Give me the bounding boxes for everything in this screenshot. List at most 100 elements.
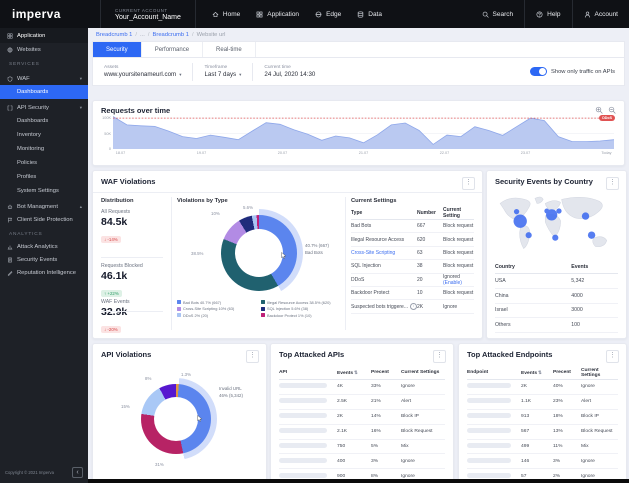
sidebar-item-label: Application [17, 33, 45, 39]
setting-text: Block request [443, 237, 473, 243]
breadcrumb-item[interactable]: Breadcrumb 1 [96, 32, 132, 38]
nav-account-button[interactable]: Account [572, 0, 629, 28]
requests-over-time-panel: Requests over time 100K50K0 18.0719.0720… [92, 100, 625, 166]
nav-item-home[interactable]: Home [212, 11, 240, 18]
sidebar-collapse-button[interactable]: ‹ [72, 467, 83, 478]
enable-link[interactable]: (Enable) [443, 280, 462, 286]
tab-performance[interactable]: Performance [142, 42, 203, 57]
sidebar-item-bot-managment[interactable]: Bot Managment▴ [0, 200, 88, 213]
cell-name-placeholder [279, 398, 337, 405]
api-violations-donut[interactable]: 1.3% 8% 15% 31% Invalid URL 46% (5,342) [107, 370, 257, 474]
nav-item-application[interactable]: Application [256, 11, 299, 18]
cell-events: 1.1K [521, 399, 553, 404]
cell-percent: 13% [553, 429, 581, 434]
sidebar-item-profiles[interactable]: Profiles [0, 170, 88, 184]
name-placeholder-bar [279, 398, 327, 403]
cell-name-placeholder [279, 428, 337, 435]
type-text: Backdoor Protect [351, 290, 389, 296]
nav-item-edge[interactable]: Edge [315, 11, 341, 18]
kebab-menu-icon[interactable]: ⋮ [606, 350, 619, 363]
table-row: 4003%Ignore [279, 454, 445, 469]
nav-help-button[interactable]: Help [524, 0, 571, 28]
assets-label: Assets [104, 65, 181, 70]
violations-by-type-donut[interactable]: 38.5% 10% 5.6% 40.7% (667) Bad Bots [177, 209, 345, 299]
map-bubble [552, 235, 558, 241]
sidebar-item-attack-analytics[interactable]: Attack Analytics [0, 240, 88, 253]
info-icon[interactable]: i [410, 303, 417, 310]
tab-security[interactable]: Security [93, 42, 142, 57]
map-bubble [588, 231, 595, 238]
table-header-row: CountryEvents [495, 261, 618, 274]
sidebar-item-waf[interactable]: WAF▾ [0, 72, 88, 85]
timeframe-select[interactable]: Last 7 days▾ [204, 71, 241, 78]
type-text: Bad Bots [351, 223, 371, 229]
tab-bar: SecurityPerformanceReal-time [92, 41, 625, 57]
zoom-in-icon[interactable] [595, 106, 603, 114]
sidebar-item-system-settings[interactable]: System Settings [0, 184, 88, 198]
country-events-table: CountryEventsUSA5,342China4000Israel3000… [495, 261, 618, 333]
x-axis-tick: 19.07 [197, 151, 207, 155]
col-number: Number [417, 210, 443, 216]
sidebar-item-websites[interactable]: Websites [0, 43, 88, 56]
nav-item-data[interactable]: Data [357, 11, 382, 18]
panel-title: Top Attacked APIs [279, 350, 344, 359]
sidebar-item-label: Monitoring [17, 146, 44, 152]
api-violations-panel: API Violations ⋮ 1.3% 8% 15% 31% Invalid… [92, 343, 267, 481]
sidebar-item-label: Security Events [17, 257, 57, 263]
kebab-menu-icon[interactable]: ⋮ [246, 350, 259, 363]
sidebar-item-dashboards[interactable]: Dashboards [0, 85, 88, 99]
account-switcher[interactable]: CURRENT ACCOUNT Your_Account_Name [100, 0, 196, 28]
x-axis-tick: 21.07 [359, 151, 369, 155]
sidebar-item-label: API Security [17, 105, 49, 111]
legend-item: Backdoor Protect 1% (10) [261, 312, 345, 319]
sidebar-item-inventory[interactable]: Inventory [0, 128, 88, 142]
cursor-icon [197, 410, 203, 418]
assets-select[interactable]: www.yoursitenameurl.com▾ [104, 71, 181, 78]
cell-events: 3000 [571, 307, 618, 313]
nav-search-button[interactable]: Search [471, 0, 525, 28]
cell-setting: Alert [581, 399, 618, 404]
type-text: Illegal Resource Access [351, 237, 404, 243]
legend-label: Illegal Resource Access 38.5% (620) [267, 300, 331, 305]
sidebar-item-client-side-protection[interactable]: Client Side Protection [0, 213, 88, 226]
sidebar-item-policies[interactable]: Policies [0, 156, 88, 170]
sidebar-item-api-security[interactable]: API Security▾ [0, 101, 88, 114]
sidebar-item-reputation-intelligence[interactable]: Reputation Intelligence [0, 266, 88, 279]
tab-real-time[interactable]: Real-time [203, 42, 256, 57]
legend-label: SQL Injection 5.6% (38) [267, 306, 308, 311]
show-api-traffic-toggle[interactable] [530, 67, 547, 76]
cell-events: 2K [521, 384, 553, 389]
sidebar-item-dashboards[interactable]: Dashboards [0, 114, 88, 128]
legend-swatch [261, 307, 265, 311]
kebab-menu-icon[interactable]: ⋮ [433, 350, 446, 363]
sidebar-item-monitoring[interactable]: Monitoring [0, 142, 88, 156]
setting-text: Ignore [443, 304, 457, 310]
distribution-heading: Distribution [101, 198, 134, 204]
table-header-row: EndpointEvents⇅PrecentCurrent Settings [467, 366, 618, 380]
type-link[interactable]: Cross-Site Scripting [351, 250, 395, 256]
legend-label: Backdoor Protect 1% (10) [267, 313, 312, 318]
table-row: 1463%Ignore [467, 454, 618, 469]
breadcrumb-item[interactable]: Breadcrumb 1 [153, 32, 189, 38]
sort-icon[interactable]: ⇅ [354, 370, 358, 375]
panel-title: Top Attacked Endpoints [467, 350, 552, 359]
settings-row-suspected-bots-triggere: Suspected bots triggere...i2KIgnore [351, 300, 474, 313]
stat-label: Requests Blocked [101, 263, 163, 269]
sort-icon[interactable]: ⇅ [538, 370, 542, 375]
cell-events: 750 [337, 444, 371, 449]
sidebar-item-application[interactable]: Application [0, 28, 88, 43]
col-country: Country [495, 264, 571, 270]
stat-value: 32.9k [101, 306, 163, 318]
nav-item-label: Application [267, 11, 299, 18]
type-text: SQL Injection [351, 263, 381, 269]
threshold-badge: DDoS [599, 115, 615, 121]
cell-country: Others [495, 322, 571, 328]
requests-area-chart[interactable]: 100K50K0 [113, 115, 614, 149]
zoom-out-icon[interactable] [608, 106, 616, 114]
kebab-menu-icon[interactable]: ⋮ [606, 177, 619, 190]
account-name: Your_Account_Name [115, 14, 181, 21]
stat-label: WAF Events [101, 299, 163, 305]
sidebar-item-security-events[interactable]: Security Events [0, 253, 88, 266]
donut-callout: 8% [145, 376, 151, 381]
kebab-menu-icon[interactable]: ⋮ [462, 177, 475, 190]
